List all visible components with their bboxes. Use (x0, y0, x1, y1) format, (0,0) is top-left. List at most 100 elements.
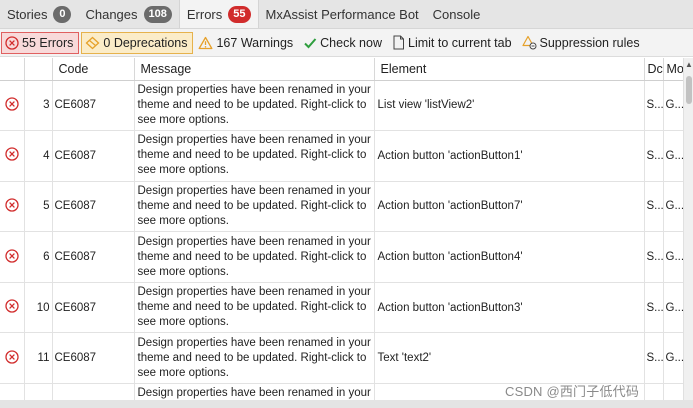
tab-stories-badge: 0 (53, 5, 72, 23)
suppression-icon (521, 35, 537, 50)
suppression-rules-label: Suppression rules (539, 35, 640, 50)
errors-table: Code Message Element Dc Mo 3 CE6087 Design… (0, 58, 683, 400)
row-module: G... (663, 282, 683, 334)
row-element: Text 'text2' (374, 332, 645, 385)
document-icon (393, 35, 404, 50)
column-header-icon[interactable] (0, 58, 25, 81)
row-module: G... (663, 130, 683, 182)
scroll-up-arrow-icon[interactable]: ▲ (684, 60, 693, 69)
errors-table-container: Code Message Element Dc Mo 3 CE6087 Design… (0, 58, 683, 400)
row-number: 5 (24, 181, 53, 233)
error-icon (0, 80, 25, 132)
row-number: 3 (24, 80, 53, 132)
watermark: CSDN @西门子低代码 (505, 384, 640, 399)
row-element: List view 'listView2' (374, 80, 645, 132)
check-now-label: Check now (320, 35, 382, 50)
warnings-filter-button[interactable]: 167 Warnings (195, 32, 298, 54)
horizontal-scrollbar[interactable] (0, 400, 693, 408)
tab-bar: Stories 0 Changes 108 Errors 55 MxAssist… (0, 0, 693, 29)
row-number: 4 (24, 130, 53, 182)
error-icon (0, 181, 25, 233)
row-number: 10 (24, 282, 53, 334)
row-message: Design properties have been renamed in y… (134, 80, 375, 132)
error-icon (0, 130, 25, 182)
row-element: Action button 'actionButton4' (374, 231, 645, 283)
row-document: S... (644, 80, 664, 132)
row-code: CE6087 (52, 181, 135, 233)
row-message: Design properties have been renamed in y… (134, 332, 375, 385)
check-now-button[interactable]: Check now (300, 32, 387, 54)
tab-console[interactable]: Console (426, 0, 488, 28)
row-module: G... (663, 231, 683, 283)
tab-changes[interactable]: Changes 108 (78, 0, 178, 28)
tab-console-label: Console (432, 6, 481, 22)
row-document: S... (644, 282, 664, 334)
table-row[interactable]: 10 CE6087 Design properties have been rena… (0, 282, 683, 334)
column-header-document[interactable]: Dc (644, 58, 664, 81)
errors-filter-label: 55 Errors (22, 35, 74, 50)
row-document: S... (644, 231, 664, 283)
row-element: Action button 'actionButton3' (374, 282, 645, 334)
row-message: Design properties have been renamed in y… (134, 231, 375, 283)
row-document: S... (644, 181, 664, 233)
column-header-number[interactable] (24, 58, 53, 81)
row-document (644, 383, 664, 400)
vertical-scrollbar[interactable]: ▲ (683, 58, 693, 400)
row-element: Action button 'actionButton1' (374, 130, 645, 182)
row-code: CE6087 (52, 332, 135, 385)
row-message: Design properties have been renamed in y… (134, 130, 375, 182)
tab-errors-label: Errors (186, 6, 223, 22)
limit-to-current-tab-label: Limit to current tab (408, 35, 512, 50)
limit-to-current-tab-button[interactable]: Limit to current tab (389, 32, 517, 54)
error-icon (0, 282, 25, 334)
tab-errors-badge: 55 (228, 5, 251, 23)
row-module: G... (663, 80, 683, 132)
row-message: Design properties have been renamed in y… (134, 282, 375, 334)
checkmark-icon (304, 37, 317, 48)
column-header-element[interactable]: Element (374, 58, 645, 81)
tab-errors[interactable]: Errors 55 (178, 0, 259, 28)
column-header-code[interactable]: Code (52, 58, 135, 81)
row-code: CE6087 (52, 282, 135, 334)
row-module (663, 383, 683, 400)
errors-filter-button[interactable]: 55 Errors (1, 31, 80, 54)
table-row[interactable]: 5 CE6087 Design properties have been renam… (0, 181, 683, 233)
row-message: Design properties have been renamed in y… (134, 383, 375, 400)
tab-mxassist-label: MxAssist Performance Bot (265, 6, 419, 22)
row-module: G... (663, 181, 683, 233)
toolbar: 55 Errors 0 Deprecations 167 Warnings Ch… (0, 29, 693, 57)
tab-stories[interactable]: Stories 0 (0, 0, 78, 28)
row-icon-cell (0, 383, 25, 400)
row-number: 6 (24, 231, 53, 283)
warning-icon (199, 36, 213, 49)
column-header-message[interactable]: Message (134, 58, 375, 81)
row-document: S... (644, 332, 664, 385)
table-row[interactable]: 3 CE6087 Design properties have been renam… (0, 80, 683, 132)
table-header-row: Code Message Element Dc Mo (0, 58, 683, 81)
error-icon (5, 35, 19, 50)
scrollbar-thumb[interactable] (686, 76, 692, 104)
table-row[interactable]: 4 CE6087 Design properties have been renam… (0, 130, 683, 182)
row-number (24, 383, 53, 400)
column-header-module[interactable]: Mo (663, 58, 683, 81)
table-row[interactable]: 6 CE6087 Design properties have been renam… (0, 231, 683, 283)
row-document: S... (644, 130, 664, 182)
deprecations-filter-button[interactable]: 0 Deprecations (81, 31, 194, 54)
row-number: 11 (24, 332, 53, 385)
tab-mxassist[interactable]: MxAssist Performance Bot (259, 0, 426, 28)
row-code: CE6087 (52, 130, 135, 182)
tab-changes-badge: 108 (143, 5, 172, 23)
deprecations-filter-label: 0 Deprecations (103, 35, 188, 50)
row-code (52, 383, 135, 400)
error-icon (0, 231, 25, 283)
table-row[interactable]: 11 CE6087 Design properties have been rena… (0, 332, 683, 385)
row-code: CE6087 (52, 231, 135, 283)
row-module: G... (663, 332, 683, 385)
tab-changes-label: Changes (85, 6, 138, 22)
tab-stories-label: Stories (7, 6, 48, 22)
row-element: Action button 'actionButton7' (374, 181, 645, 233)
row-code: CE6087 (52, 80, 135, 132)
suppression-rules-button[interactable]: Suppression rules (519, 32, 645, 54)
warnings-filter-label: 167 Warnings (216, 35, 294, 50)
row-message: Design properties have been renamed in y… (134, 181, 375, 233)
